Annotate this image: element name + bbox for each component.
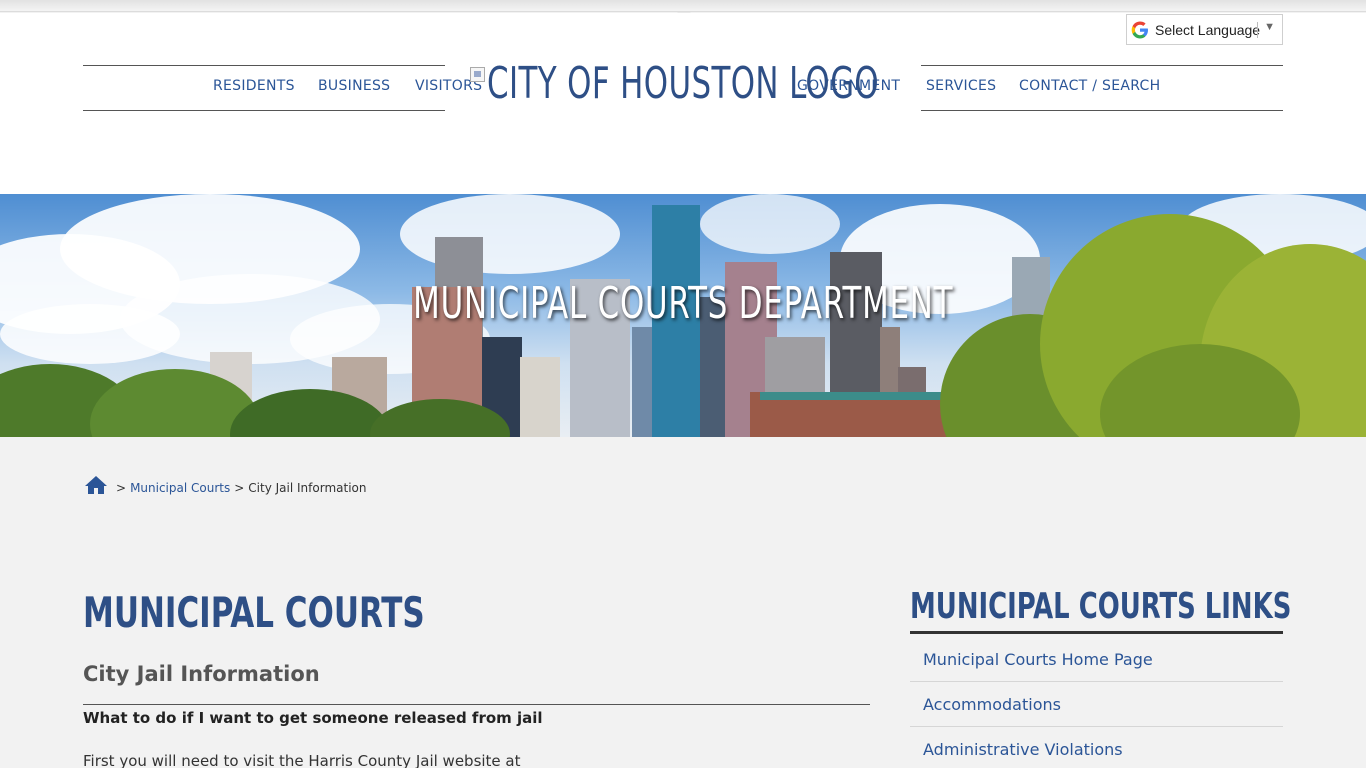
- page-title: MUNICIPAL COURTS: [83, 588, 425, 637]
- breadcrumb-current: City Jail Information: [248, 481, 367, 495]
- sidebar-link-accommodations[interactable]: Accommodations: [910, 682, 1283, 727]
- breadcrumb-link-municipal-courts[interactable]: Municipal Courts: [130, 481, 230, 495]
- nav-contact-search[interactable]: CONTACT / SEARCH: [1019, 78, 1160, 94]
- body-paragraph: First you will need to visit the Harris …: [83, 752, 521, 768]
- nav-business[interactable]: BUSINESS: [318, 78, 390, 94]
- hero-title: MUNICIPAL COURTS DEPARTMENT: [412, 278, 954, 329]
- nav-services[interactable]: SERVICES: [926, 78, 996, 94]
- sidebar-title: MUNICIPAL COURTS LINKS: [910, 586, 1292, 627]
- breadcrumb-separator: >: [234, 481, 245, 495]
- dropdown-arrow-icon: ▼: [1264, 21, 1275, 33]
- sidebar-title-rule: [910, 631, 1283, 634]
- site-logo[interactable]: CITY OF HOUSTON LOGO: [487, 58, 879, 109]
- select-divider: [1257, 22, 1258, 38]
- language-select[interactable]: Select Language ▼: [1126, 14, 1283, 45]
- top-strip: [0, 0, 1366, 12]
- breadcrumb: > Municipal Courts > City Jail Informati…: [84, 475, 366, 495]
- breadcrumb-separator: >: [116, 481, 127, 495]
- nav-rule-top-left: [83, 65, 445, 66]
- sidebar-link-home-page[interactable]: Municipal Courts Home Page: [910, 637, 1283, 682]
- nav-rule-bottom-right: [921, 110, 1283, 111]
- home-icon[interactable]: [84, 475, 108, 495]
- page-subtitle: City Jail Information: [83, 662, 320, 686]
- broken-image-icon[interactable]: [470, 67, 485, 82]
- nav-residents[interactable]: RESIDENTS: [213, 78, 295, 94]
- content-divider: [83, 704, 870, 705]
- language-select-label: Select Language: [1155, 21, 1261, 38]
- nav-rule-bottom-left: [83, 110, 445, 111]
- nav-rule-top-right: [921, 65, 1283, 66]
- hero-banner: MUNICIPAL COURTS DEPARTMENT: [0, 194, 1366, 437]
- sidebar-link-administrative-violations[interactable]: Administrative Violations: [910, 727, 1283, 768]
- section-question: What to do if I want to get someone rele…: [83, 709, 543, 727]
- google-icon: [1131, 21, 1149, 39]
